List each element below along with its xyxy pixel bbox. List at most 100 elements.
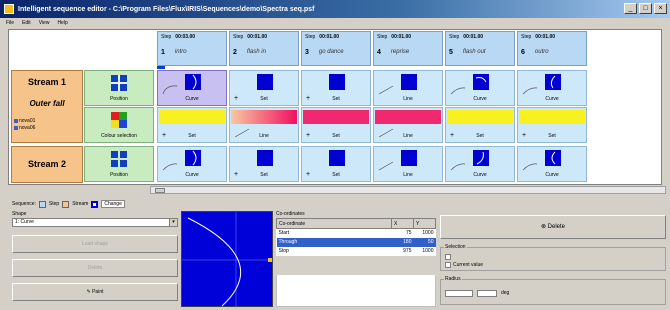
- table-row[interactable]: Start 75 1000: [277, 229, 436, 238]
- step-label: Step: [521, 34, 532, 40]
- radius-caption: Radius: [444, 276, 462, 282]
- selection-caption: Selection: [444, 244, 467, 250]
- chevron-down-icon[interactable]: ▾: [169, 219, 177, 226]
- s2-position-cell-6[interactable]: Curve: [517, 146, 587, 182]
- cell-label: Set: [332, 133, 340, 139]
- position-cell-3[interactable]: + Set: [301, 70, 371, 106]
- curve-shape-icon: [473, 150, 489, 166]
- legend-step[interactable]: Step: [49, 201, 59, 207]
- property-position[interactable]: Position: [84, 70, 154, 106]
- cell-label: Set: [548, 133, 556, 139]
- step-number: 1: [161, 49, 165, 56]
- scrollbar-thumb[interactable]: [155, 188, 165, 193]
- colour-cell-5[interactable]: + Set: [445, 107, 515, 143]
- menu-help[interactable]: Help: [57, 20, 67, 26]
- colour-cell-1[interactable]: + Set: [157, 107, 227, 143]
- step-header-3[interactable]: Step 00:01.00 3 go dance: [301, 31, 371, 66]
- step-header-4[interactable]: Step 00:01.00 4 reprise: [373, 31, 443, 66]
- line-indicator-icon: [378, 161, 394, 171]
- coordinates-empty-area: [276, 275, 436, 307]
- step-name: outro: [534, 49, 549, 55]
- position-cell-2[interactable]: + Set: [229, 70, 299, 106]
- s2-position-cell-5[interactable]: Curve: [445, 146, 515, 182]
- coord-name: Start: [278, 230, 290, 237]
- property-position[interactable]: Position: [84, 146, 154, 182]
- cell-label: Set: [476, 133, 484, 139]
- step-header-6[interactable]: Step 00:01.00 6 outro: [517, 31, 587, 66]
- delete-shape-button[interactable]: Delete: [12, 259, 178, 277]
- legend-change[interactable]: Change: [101, 200, 125, 208]
- menu-view[interactable]: View: [39, 20, 50, 26]
- line-shape-icon: [401, 150, 417, 166]
- minimize-button[interactable]: _: [624, 3, 637, 14]
- stream-name: Stream 2: [27, 159, 67, 169]
- step-number: 6: [521, 49, 525, 56]
- stream-2-label[interactable]: Stream 2: [11, 146, 83, 183]
- position-cell-1[interactable]: Curve: [157, 70, 227, 106]
- curve-shape-icon: [185, 150, 201, 166]
- s2-position-cell-3[interactable]: + Set: [301, 146, 371, 182]
- radius-input-1[interactable]: [445, 290, 473, 297]
- set-shape-icon: [257, 74, 273, 90]
- colour-swatch-yellow: [519, 110, 585, 124]
- column-header[interactable]: Y: [413, 218, 436, 229]
- curve-shape-icon: [545, 74, 561, 90]
- step-number: 2: [233, 49, 237, 56]
- cell-label: Curve: [185, 172, 199, 178]
- cell-label: Curve: [545, 172, 559, 178]
- position-cell-6[interactable]: Curve: [517, 70, 587, 106]
- step-name: go dance: [318, 49, 344, 55]
- step-time: 00:01.00: [391, 34, 412, 40]
- position-cell-4[interactable]: Line: [373, 70, 443, 106]
- close-button[interactable]: ×: [654, 3, 667, 14]
- load-shape-button[interactable]: Load shape: [12, 235, 178, 253]
- step-number: 4: [377, 49, 381, 56]
- colour-swatch-pink: [303, 110, 369, 124]
- step-header-1[interactable]: Step 00:03.00 1 intro: [157, 31, 227, 66]
- column-header[interactable]: X: [391, 218, 414, 229]
- shape-select[interactable]: 1: Curve ▾: [12, 218, 178, 227]
- menu-edit[interactable]: Edit: [22, 20, 31, 26]
- timeline-scrollbar[interactable]: [150, 186, 666, 194]
- window-title: Intelligent sequence editor - C:\Program…: [18, 5, 315, 13]
- position-cell-5[interactable]: Curve: [445, 70, 515, 106]
- maximize-button[interactable]: □: [639, 3, 652, 14]
- property-colour[interactable]: Colour selection: [84, 107, 154, 143]
- step-header-5[interactable]: Step 00:01.00 5 flash out: [445, 31, 515, 66]
- shape-preview[interactable]: [181, 211, 274, 308]
- fixture-check[interactable]: nova01: [14, 118, 35, 124]
- colour-cell-2[interactable]: Line: [229, 107, 299, 143]
- coord-x: 75: [405, 230, 412, 237]
- delete-button[interactable]: ⊗ Delete: [440, 215, 666, 239]
- fixture-label: nova01: [19, 118, 36, 124]
- curve-indicator-icon: [162, 163, 178, 171]
- paint-button[interactable]: ✎ Paint: [12, 283, 178, 301]
- stream-1-label[interactable]: Stream 1 Outer fall nova01 nova06: [11, 70, 83, 143]
- colour-cell-6[interactable]: + Set: [517, 107, 587, 143]
- s2-position-cell-1[interactable]: Curve: [157, 146, 227, 182]
- s2-position-cell-2[interactable]: + Set: [229, 146, 299, 182]
- menu-file[interactable]: File: [6, 20, 14, 26]
- line-shape-icon: [401, 74, 417, 90]
- cell-label: Set: [332, 96, 340, 102]
- table-row[interactable]: Stop 975 1000: [277, 247, 436, 256]
- table-row[interactable]: Through 180 50: [276, 237, 436, 247]
- current-value-option[interactable]: Current value: [445, 262, 483, 268]
- column-header[interactable]: Co-ordinate: [276, 218, 392, 229]
- position-icon: [111, 75, 127, 91]
- s2-position-cell-4[interactable]: Line: [373, 146, 443, 182]
- selection-checkbox[interactable]: [445, 254, 451, 260]
- curve-indicator-icon: [522, 163, 538, 171]
- set-shape-icon: [257, 150, 273, 166]
- step-header-2[interactable]: Step 00:01.00 2 flash in: [229, 31, 299, 66]
- curve-indicator-icon: [522, 87, 538, 95]
- menu-bar: File Edit View Help: [0, 18, 670, 28]
- fixture-check[interactable]: nova06: [14, 125, 35, 131]
- selection-group: Selection Current value: [440, 244, 666, 271]
- current-value-checkbox[interactable]: [445, 262, 451, 268]
- colour-cell-3[interactable]: + Set: [301, 107, 371, 143]
- radius-input-2[interactable]: [477, 290, 497, 297]
- legend-stream[interactable]: Stream: [72, 201, 88, 207]
- paint-label: Paint: [92, 289, 104, 295]
- colour-cell-4[interactable]: Line: [373, 107, 443, 143]
